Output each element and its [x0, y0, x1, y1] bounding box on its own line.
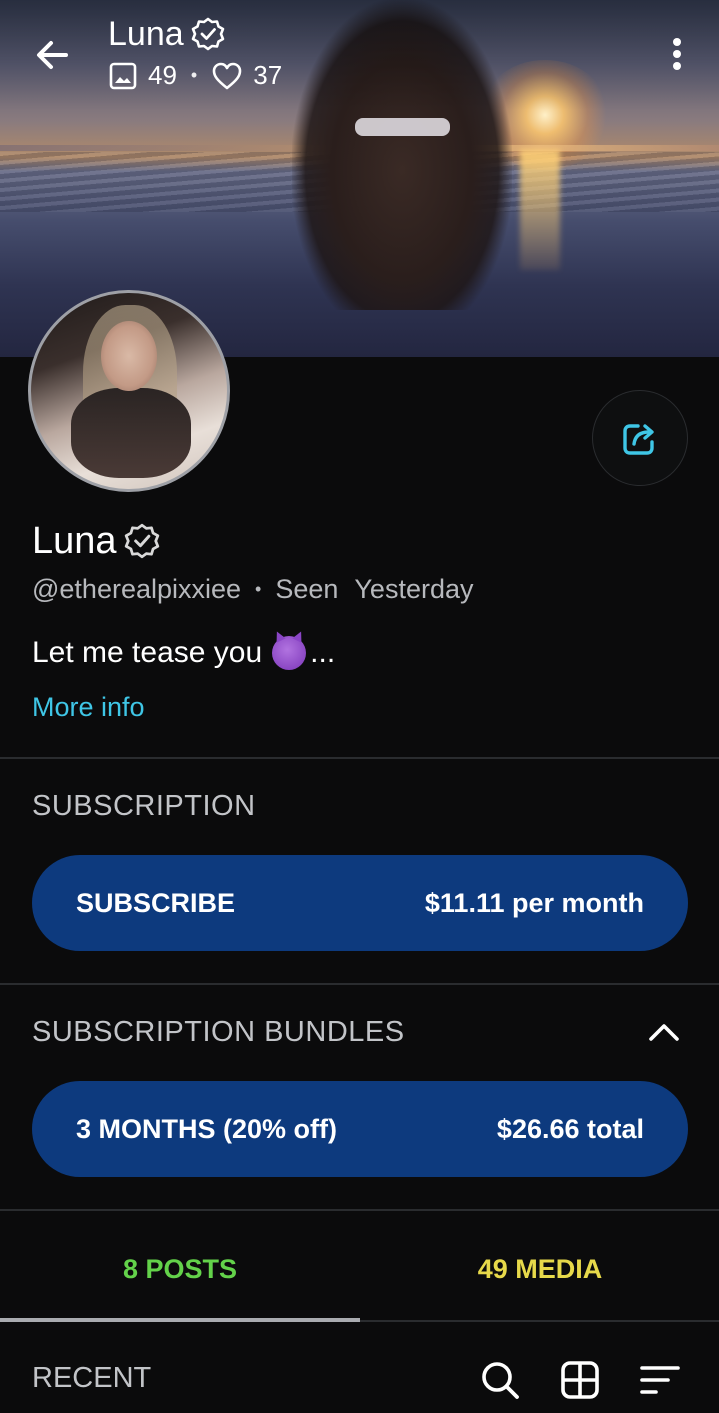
bundles-collapse-button[interactable] — [646, 1017, 682, 1047]
recent-label: RECENT — [32, 1362, 152, 1394]
grid-icon — [561, 1361, 599, 1399]
tab-posts[interactable]: 8 POSTS — [0, 1254, 360, 1285]
divider — [0, 757, 719, 759]
header-title: Luna — [108, 15, 184, 53]
profile-name-row: Luna — [32, 518, 161, 564]
subscription-title: SUBSCRIPTION — [32, 790, 256, 822]
top-bar: Luna 49 • 37 — [0, 0, 719, 110]
verified-badge-icon — [124, 523, 159, 559]
bio-ellipsis: ... — [310, 636, 336, 669]
share-icon — [623, 424, 654, 455]
subscribe-button[interactable]: SUBSCRIBE $11.11 per month — [32, 855, 688, 951]
back-button[interactable] — [30, 32, 76, 78]
devil-emoji-icon — [272, 636, 307, 670]
bundle-3-months-button[interactable]: 3 MONTHS (20% off) $26.66 total — [32, 1081, 688, 1177]
subscribe-price: $11.11 per month — [424, 887, 644, 918]
cover-sun-reflection — [520, 150, 560, 270]
chevron-up-icon — [649, 1024, 679, 1041]
grid-view-button[interactable] — [558, 1358, 602, 1402]
bundle-price: $26.66 total — [496, 1113, 644, 1144]
heart-icon — [212, 62, 242, 89]
avatar-face — [101, 321, 157, 391]
last-seen-value: Yesterday — [354, 574, 474, 604]
profile-name: Luna — [32, 520, 117, 562]
back-arrow-icon — [37, 41, 68, 69]
profile-meta: @etherealpixxiee • Seen Yesterday — [32, 574, 474, 605]
bundle-label: 3 MONTHS (20% off) — [76, 1113, 338, 1144]
sort-icon — [640, 1366, 680, 1394]
active-tab-indicator — [0, 1318, 360, 1322]
search-icon — [482, 1362, 519, 1399]
bio-text: Let me tease you — [32, 636, 263, 669]
profile-handle: @etherealpixxiee — [32, 574, 242, 604]
more-info-link[interactable]: More info — [32, 692, 145, 723]
tab-baseline — [360, 1320, 719, 1322]
divider — [0, 983, 719, 985]
header-title-block: Luna 49 • 37 — [108, 14, 282, 91]
subscribe-label: SUBSCRIBE — [76, 887, 236, 918]
share-button[interactable] — [592, 390, 688, 486]
meta-separator: • — [255, 579, 262, 599]
cover-figure-detail — [355, 118, 450, 136]
images-count: 49 — [148, 60, 177, 90]
last-seen-label: Seen — [275, 574, 339, 604]
avatar[interactable] — [28, 290, 230, 492]
more-options-button[interactable] — [662, 34, 692, 74]
avatar-body — [71, 388, 191, 478]
image-icon — [109, 62, 137, 89]
likes-count: 37 — [253, 60, 283, 90]
bundles-title: SUBSCRIPTION BUNDLES — [32, 1016, 405, 1048]
stats-separator: • — [190, 65, 198, 85]
verified-badge-icon — [191, 17, 224, 51]
profile-bio: Let me tease you ... — [32, 636, 335, 670]
search-button[interactable] — [478, 1358, 522, 1402]
divider — [0, 1209, 719, 1211]
tab-media[interactable]: 49 MEDIA — [360, 1254, 719, 1285]
more-vertical-icon — [673, 38, 681, 70]
sort-button[interactable] — [638, 1358, 682, 1402]
